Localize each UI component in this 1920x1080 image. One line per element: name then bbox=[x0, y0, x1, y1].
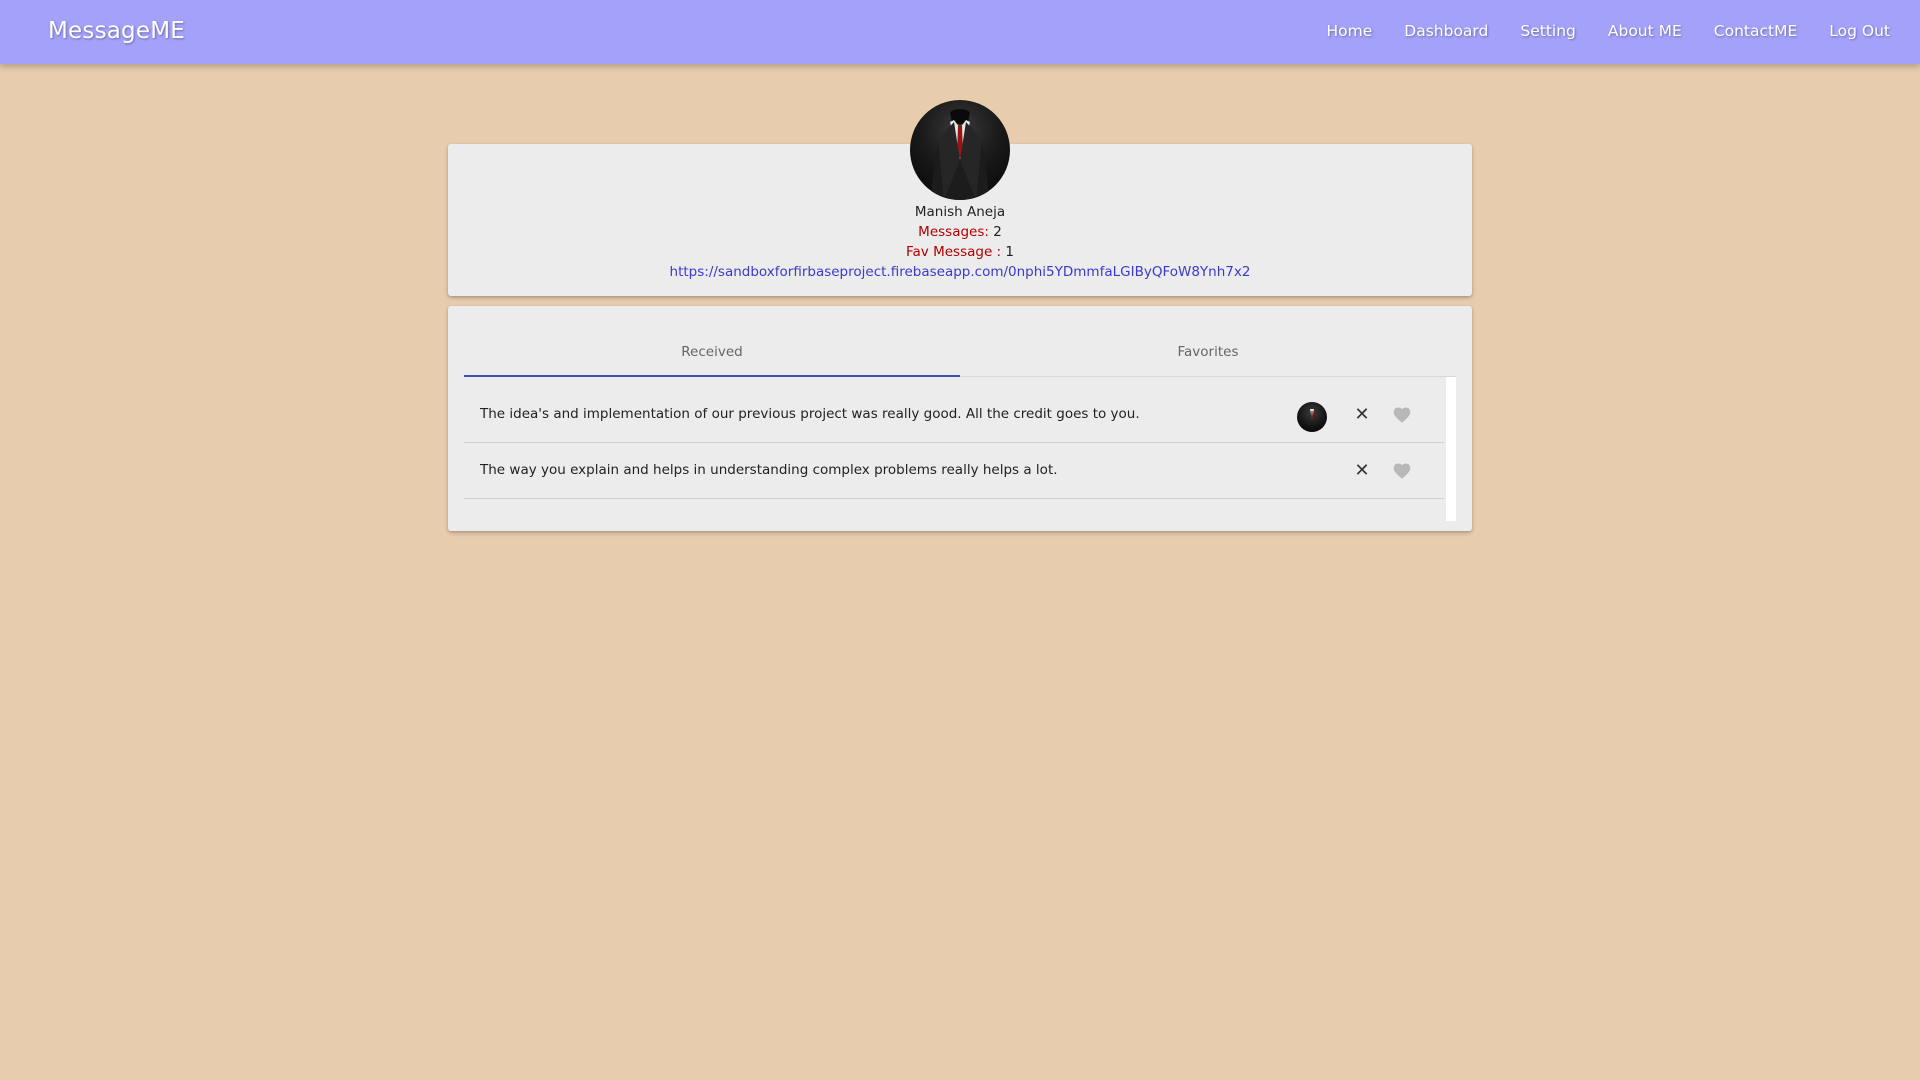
delete-icon[interactable]: ✕ bbox=[1352, 461, 1372, 481]
messages-card: Received Favorites The idea's and implem… bbox=[448, 306, 1472, 531]
message-text: The idea's and implementation of our pre… bbox=[480, 406, 1140, 422]
nav-link-setting[interactable]: Setting bbox=[1520, 22, 1576, 40]
heart-icon[interactable] bbox=[1392, 405, 1412, 425]
top-navbar: MessageME Home Dashboard Setting About M… bbox=[0, 0, 1920, 64]
nav-link-home[interactable]: Home bbox=[1327, 22, 1373, 40]
suit-avatar-image bbox=[930, 109, 990, 200]
tab-favorites[interactable]: Favorites bbox=[960, 328, 1456, 376]
messages-count-line: Messages: 2 bbox=[448, 222, 1472, 242]
message-tabs: Received Favorites bbox=[464, 328, 1456, 377]
message-list: The idea's and implementation of our pre… bbox=[464, 377, 1444, 515]
tab-received[interactable]: Received bbox=[464, 328, 960, 377]
suit-avatar-small-image bbox=[1310, 409, 1314, 419]
nav-link-logout[interactable]: Log Out bbox=[1829, 22, 1890, 40]
fav-label: Fav Message : bbox=[906, 244, 1002, 260]
nav-link-contact[interactable]: ContactME bbox=[1714, 22, 1797, 40]
delete-icon[interactable]: ✕ bbox=[1352, 405, 1372, 425]
sender-avatar[interactable] bbox=[1297, 402, 1327, 432]
messages-label: Messages: bbox=[918, 224, 989, 240]
nav-links: Home Dashboard Setting About ME ContactM… bbox=[1295, 22, 1891, 40]
message-row: The idea's and implementation of our pre… bbox=[464, 387, 1444, 443]
nav-link-dashboard[interactable]: Dashboard bbox=[1404, 22, 1488, 40]
brand-logo[interactable]: MessageME bbox=[48, 18, 185, 44]
heart-icon[interactable] bbox=[1392, 461, 1412, 481]
fav-count: 1 bbox=[1005, 244, 1014, 260]
list-scrollbar[interactable] bbox=[1446, 377, 1456, 521]
profile-name: Manish Aneja bbox=[914, 204, 1006, 220]
message-text: The way you explain and helps in underst… bbox=[480, 462, 1058, 478]
profile-info: Manish Aneja Messages: 2 Fav Message : 1… bbox=[448, 202, 1472, 282]
nav-link-about[interactable]: About ME bbox=[1608, 22, 1682, 40]
message-row: The way you explain and helps in underst… bbox=[464, 443, 1444, 499]
profile-share-link[interactable]: https://sandboxforfirbaseproject.firebas… bbox=[448, 262, 1472, 282]
fav-count-line: Fav Message : 1 bbox=[448, 242, 1472, 262]
profile-avatar bbox=[910, 100, 1010, 200]
messages-count: 2 bbox=[993, 224, 1002, 240]
